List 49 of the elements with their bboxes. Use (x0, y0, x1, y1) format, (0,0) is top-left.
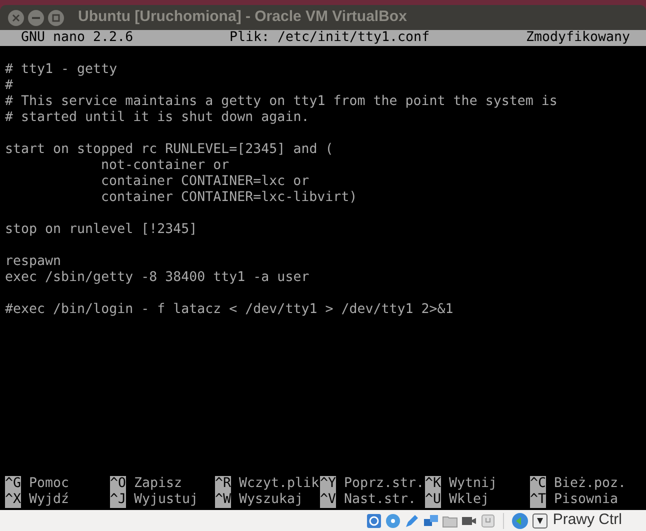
close-button[interactable] (8, 10, 24, 26)
editor-version: GNU nano 2.2.6 (21, 30, 134, 46)
minimize-icon (32, 16, 40, 18)
code-line: #exec /bin/login - f latacz < /dev/tty1 > /dev/tty1 2>&1 (5, 302, 454, 318)
code-line: exec /sbin/getty -8 38400 tty1 -a user (5, 270, 310, 286)
shortcut-key: ^Y (320, 476, 336, 492)
code-line: respawn (5, 254, 62, 270)
optical-disc-icon[interactable] (384, 512, 401, 528)
shortcut-key: ^T (530, 492, 546, 508)
shortcut-label: Pisownia (554, 492, 618, 508)
maximize-icon (52, 14, 60, 22)
code-line: not-container or (101, 158, 230, 174)
minimize-button[interactable] (28, 10, 44, 26)
shortcut-label: Nast.str. (344, 492, 416, 508)
file-name: Plik: /etc/init/tty1.conf (229, 30, 430, 46)
shortcut-key: ^C (530, 476, 546, 492)
close-icon (12, 14, 20, 22)
code-line: stop on runlevel [!2345] (5, 222, 198, 238)
shortcut-key: ^W (215, 492, 232, 508)
shortcut-label: Zapisz (134, 476, 182, 492)
code-line: container CONTAINER=lxc or (101, 174, 310, 190)
code-line: container CONTAINER=lxc-libvirt) (101, 190, 358, 206)
host-key-label: Prawy Ctrl (552, 510, 622, 530)
shortcut-key: ^U (425, 492, 442, 508)
shortcut-key: ^V (320, 492, 336, 508)
shortcut-key: ^O (110, 476, 126, 492)
code-line: # (5, 78, 14, 94)
shortcut-key: ^J (110, 492, 126, 508)
shortcut-label: Wyjdź (29, 492, 70, 508)
maximize-button[interactable] (48, 10, 64, 26)
modified-status: Zmodyfikowany (526, 30, 630, 46)
shortcut-key: ^R (215, 476, 232, 492)
shortcut-label: Pomoc (29, 476, 70, 492)
shortcut-label: Wczyt.plik (239, 476, 320, 492)
pen-icon[interactable] (404, 512, 420, 528)
code-line: # started until it is shut down again. (5, 110, 310, 126)
code-line: start on stopped rc RUNLEVEL=[2345] and ( (5, 142, 334, 158)
code-line: # tty1 - getty (5, 62, 118, 78)
shortcut-label: Poprz.str. (344, 476, 424, 492)
shortcut-label: Wytnij (449, 476, 498, 492)
shortcut-key: ^G (5, 476, 22, 492)
code-line: # This service maintains a getty on tty1 from the point the system is (5, 94, 558, 110)
shortcut-label: Wklej (449, 492, 490, 508)
shortcut-key: ^X (5, 492, 22, 508)
shortcut-key: ^K (425, 476, 442, 492)
shortcut-label: Wyjustuj (134, 492, 198, 508)
window-title: Ubuntu [Uruchomiona] - Oracle VM VirtualBox (78, 7, 407, 28)
shortcut-label: Wyszukaj (239, 492, 304, 508)
shortcut-label: Bież.poz. (554, 476, 626, 492)
